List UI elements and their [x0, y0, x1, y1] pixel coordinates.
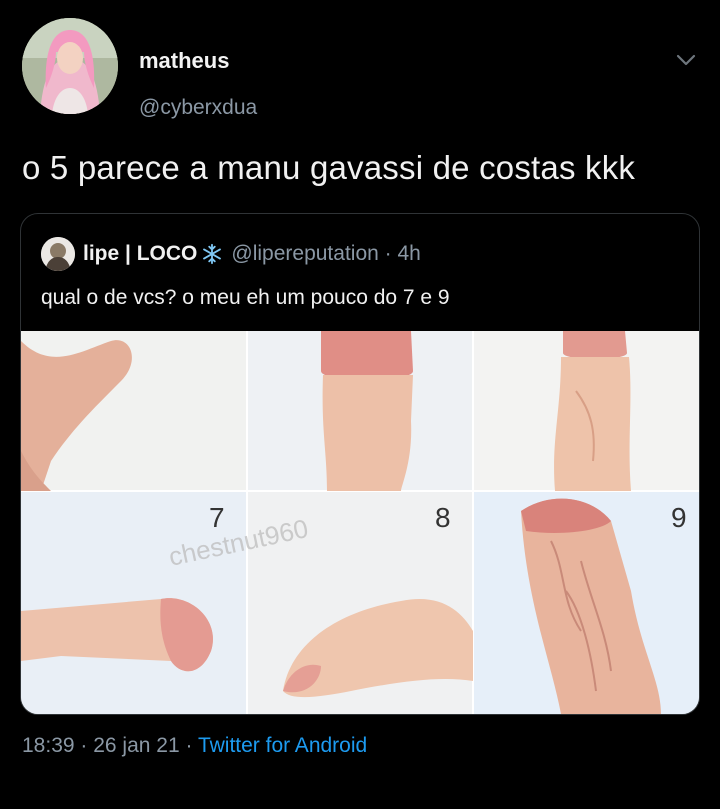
- chevron-down-icon[interactable]: [674, 48, 698, 72]
- quoted-text: qual o de vcs? o meu eh um pouco do 7 e …: [41, 286, 450, 309]
- quoted-image[interactable]: 7 8 9 chestnut960: [21, 331, 699, 714]
- image-label-7: 7: [209, 502, 225, 533]
- quoted-handle[interactable]: @lipereputation: [231, 242, 378, 266]
- tweet-header: matheus @cyberxdua: [22, 18, 698, 120]
- quoted-avatar[interactable]: [41, 237, 75, 271]
- author-avatar[interactable]: [22, 18, 118, 114]
- meta-separator: ·: [179, 734, 198, 757]
- tweet-meta: 18:39 · 26 jan 21 · Twitter for Android: [22, 734, 367, 758]
- author-handle[interactable]: @cyberxdua: [139, 96, 257, 120]
- tweet-date: 26 jan 21: [93, 734, 180, 757]
- quoted-header: lipe | LOCO @lipereputation · 4h: [41, 236, 421, 272]
- quoted-time[interactable]: 4h: [397, 242, 420, 266]
- image-label-8: 8: [435, 502, 451, 533]
- meta-separator: ·: [74, 734, 94, 757]
- author-display-name[interactable]: matheus: [139, 48, 229, 74]
- quoted-tweet[interactable]: lipe | LOCO @lipereputation · 4h qual o …: [20, 213, 700, 715]
- tweet-time: 18:39: [22, 734, 75, 757]
- snowflake-icon: [203, 243, 222, 265]
- tweet-text: o 5 parece a manu gavassi de costas kkk: [22, 149, 636, 186]
- tweet-source-link[interactable]: Twitter for Android: [198, 734, 367, 757]
- image-label-9: 9: [671, 502, 687, 533]
- quoted-separator: ·: [378, 242, 398, 265]
- quoted-display-name[interactable]: lipe | LOCO: [83, 242, 197, 266]
